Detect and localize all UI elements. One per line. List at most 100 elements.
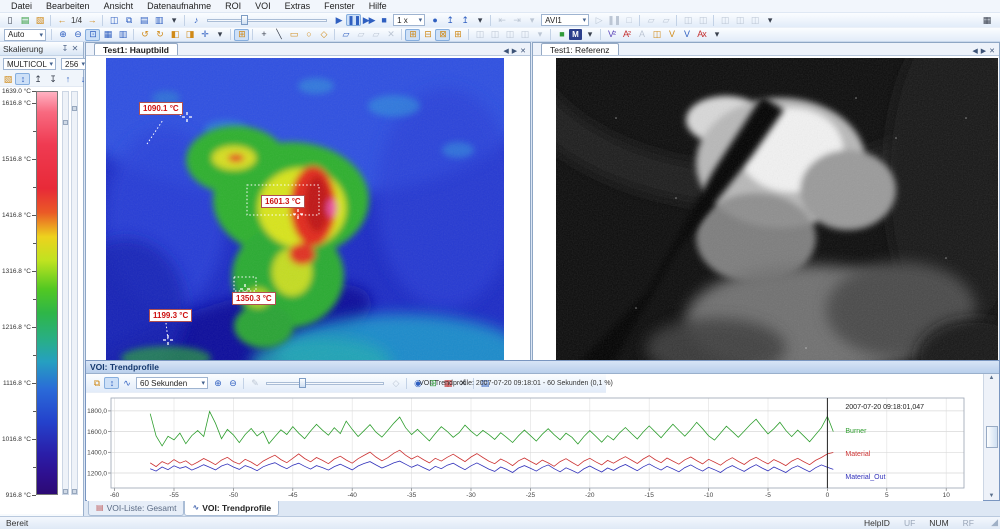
- pan-icon[interactable]: ✛: [197, 29, 212, 41]
- voi-options-icon[interactable]: ▾: [709, 29, 724, 41]
- fit-window-icon[interactable]: ⊡: [85, 29, 100, 41]
- new-report-icon[interactable]: ▤: [17, 14, 32, 26]
- display-options-icon[interactable]: ▾: [582, 29, 597, 41]
- open-folder-icon[interactable]: ▧: [32, 14, 47, 26]
- expand-range-icon[interactable]: ↑: [60, 73, 75, 85]
- tab-hauptbild[interactable]: Test1: Hauptbild: [94, 43, 178, 55]
- snapshot-icon[interactable]: ▥: [151, 14, 166, 26]
- roi-options-icon[interactable]: ⊞: [450, 29, 465, 41]
- voi-yellow-icon[interactable]: V: [664, 29, 679, 41]
- menu-ansicht[interactable]: Ansicht: [97, 0, 141, 12]
- trend-position-slider[interactable]: [266, 377, 384, 389]
- save-icon[interactable]: ◫: [106, 14, 121, 26]
- playback-options-icon[interactable]: ▾: [472, 14, 487, 26]
- trend-panel-titlebar[interactable]: VOI: Trendprofile: [86, 361, 999, 374]
- area-squared-icon[interactable]: A²: [619, 29, 634, 41]
- color-scale-gradient[interactable]: [36, 91, 58, 495]
- snap-edge-icon[interactable]: ⊟: [420, 29, 435, 41]
- new-document-icon[interactable]: ▯: [2, 14, 17, 26]
- zoom-out-icon[interactable]: ⊖: [70, 29, 85, 41]
- more-tools-icon[interactable]: ▾: [762, 14, 777, 26]
- auto-combo[interactable]: Auto▾: [4, 29, 46, 41]
- scale-slider-handle[interactable]: [63, 489, 68, 494]
- marker-up-icon[interactable]: ↥: [442, 14, 457, 26]
- scale-down-icon[interactable]: ↧: [45, 73, 60, 85]
- slider-thumb[interactable]: [241, 15, 248, 25]
- menu-roi[interactable]: ROI: [218, 0, 248, 12]
- close-window-icon[interactable]: ✕: [989, 47, 995, 55]
- line-roi-icon[interactable]: ╲: [271, 29, 286, 41]
- color-range-icon[interactable]: ■: [554, 29, 569, 41]
- voi-delete-icon[interactable]: Ax: [694, 29, 709, 41]
- thermal-image[interactable]: 1090.1 °C1601.3 °C1350.3 °C1199.3 °C: [106, 58, 504, 368]
- scale-slider-track-upper[interactable]: [62, 91, 69, 495]
- rotate-left-icon[interactable]: ↺: [137, 29, 152, 41]
- speed-combo[interactable]: 1 x▾: [393, 14, 425, 26]
- flip-vertical-icon[interactable]: ◨: [182, 29, 197, 41]
- menu-hilfe[interactable]: Hilfe: [362, 0, 394, 12]
- scale-slider-handle[interactable]: [72, 489, 77, 494]
- stop-icon[interactable]: ■: [376, 14, 391, 26]
- trend-chart[interactable]: -60-55-50-45-40-35-30-25-20-15-10-505101…: [87, 393, 983, 501]
- save-options-icon[interactable]: ▾: [166, 14, 181, 26]
- window-layout-icon[interactable]: ▦: [979, 14, 994, 26]
- temperature-label[interactable]: 1199.3 °C: [149, 309, 192, 322]
- record-icon[interactable]: ●: [427, 14, 442, 26]
- marker-up2-icon[interactable]: ↥: [457, 14, 472, 26]
- lock-roi-icon[interactable]: ⊠: [435, 29, 450, 41]
- levels-combo[interactable]: 256▾: [61, 58, 88, 70]
- next-image-icon[interactable]: →: [84, 14, 99, 26]
- polygon-roi-icon[interactable]: ◇: [316, 29, 331, 41]
- trend-scrollbar[interactable]: ▲ ▼: [983, 374, 999, 500]
- prev-image-icon[interactable]: ←: [54, 14, 69, 26]
- temperature-label[interactable]: 1090.1 °C: [139, 102, 183, 115]
- palette-combo[interactable]: MULTICOLOR▾: [3, 58, 56, 70]
- avi-combo[interactable]: AVI1▾: [541, 14, 589, 26]
- speaker-icon[interactable]: ♪: [188, 14, 203, 26]
- menu-voi[interactable]: VOI: [248, 0, 278, 12]
- zoom-time-in-icon[interactable]: ⊕: [210, 377, 225, 389]
- zoom-in-icon[interactable]: ⊕: [55, 29, 70, 41]
- voi-squared-icon[interactable]: V²: [604, 29, 619, 41]
- matrix-icon[interactable]: M: [569, 29, 582, 40]
- scroll-tabs-left-icon[interactable]: ◀: [972, 47, 977, 55]
- pin-icon[interactable]: ↧: [60, 44, 70, 53]
- palette-icon[interactable]: ▧: [0, 73, 15, 85]
- temperature-label[interactable]: 1350.3 °C: [232, 292, 276, 305]
- scroll-down-icon[interactable]: ▼: [989, 493, 995, 499]
- menu-fenster[interactable]: Fenster: [317, 0, 362, 12]
- voi-blue-icon[interactable]: V: [679, 29, 694, 41]
- scroll-tabs-left-icon[interactable]: ◀: [503, 47, 508, 55]
- view-options-icon[interactable]: ▾: [212, 29, 227, 41]
- bottom-tab-trendprofile[interactable]: ∿VOI: Trendprofile: [184, 501, 279, 516]
- snap-grid-icon[interactable]: ⊞: [405, 29, 420, 41]
- scale-slider-handle[interactable]: [72, 106, 77, 111]
- scroll-up-icon[interactable]: ▲: [989, 375, 995, 381]
- slider-thumb[interactable]: [299, 378, 306, 388]
- copy-trend-icon[interactable]: ⧉: [89, 377, 104, 389]
- stamp-icon[interactable]: ◫: [649, 29, 664, 41]
- resize-grip[interactable]: ◢: [991, 517, 998, 528]
- scale-slider-track-lower[interactable]: [71, 91, 78, 495]
- edit-roi-icon[interactable]: ▱: [338, 29, 353, 41]
- position-slider[interactable]: [207, 14, 327, 26]
- gallery-icon[interactable]: ▤: [136, 14, 151, 26]
- fast-forward-icon[interactable]: ▶▶: [361, 14, 376, 26]
- scroll-tabs-right-icon[interactable]: ▶: [512, 47, 517, 55]
- bottom-tab-voi-liste[interactable]: ▤VOI-Liste: Gesamt: [88, 501, 184, 516]
- flip-horizontal-icon[interactable]: ◧: [167, 29, 182, 41]
- thumbnails-icon[interactable]: ▦: [100, 29, 115, 41]
- reference-image[interactable]: [556, 58, 998, 368]
- chart-settings-icon[interactable]: ∿: [119, 377, 134, 389]
- pause-icon[interactable]: ❚❚: [346, 14, 361, 26]
- close-window-icon[interactable]: ✕: [520, 47, 526, 55]
- scale-up-icon[interactable]: ↥: [30, 73, 45, 85]
- profile-icon[interactable]: ⊞: [234, 29, 249, 41]
- rotate-right-icon[interactable]: ↻: [152, 29, 167, 41]
- zoom-time-out-icon[interactable]: ⊖: [225, 377, 240, 389]
- play-icon[interactable]: ▶: [331, 14, 346, 26]
- scroll-tabs-right-icon[interactable]: ▶: [981, 47, 986, 55]
- scale-slider-handle[interactable]: [63, 120, 68, 125]
- menu-datei[interactable]: Datei: [4, 0, 39, 12]
- menu-extras[interactable]: Extras: [278, 0, 318, 12]
